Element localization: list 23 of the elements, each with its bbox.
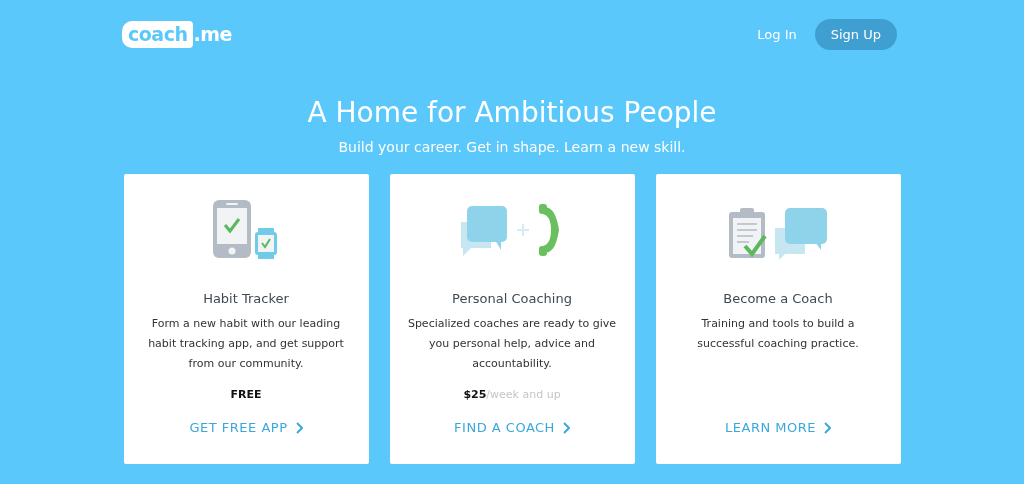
- hero-title: A Home for Ambitious People: [306, 96, 718, 129]
- card-description: Specialized coaches are ready to give you personal help, advice and accountability.: [406, 316, 618, 372]
- logo[interactable]: coach .me: [122, 20, 232, 48]
- card-title: Habit Tracker: [203, 291, 289, 306]
- chevron-icon: [823, 421, 831, 434]
- price: FREE: [230, 388, 262, 401]
- logo-suffix: .me: [193, 23, 232, 45]
- card-description: Form a new habit with our leading habit tracking app, and get support from our community.: [147, 316, 345, 372]
- price-note: /week and up: [486, 388, 561, 401]
- hero-subtitle: Build your career. Get in shape. Learn a new skill.: [337, 139, 687, 155]
- chevron-icon: [295, 421, 303, 434]
- chevron-icon: [562, 421, 570, 434]
- login-link[interactable]: Log In: [757, 26, 797, 42]
- signup-button[interactable]: Sign Up: [814, 18, 897, 50]
- card-title: Personal Coaching: [452, 291, 572, 306]
- card-link[interactable]: FIND A COACH: [454, 420, 570, 435]
- card-description: Training and tools to build a successful coaching practice.: [696, 316, 860, 352]
- clipboard-chat-icon: [727, 206, 829, 260]
- card-link[interactable]: GET FREE APP: [189, 420, 303, 435]
- card-title: Become a Coach: [723, 291, 833, 306]
- price: $25: [463, 388, 487, 401]
- logo-wordmark: coach: [122, 20, 194, 48]
- card-link[interactable]: LEARN MORE: [725, 420, 831, 435]
